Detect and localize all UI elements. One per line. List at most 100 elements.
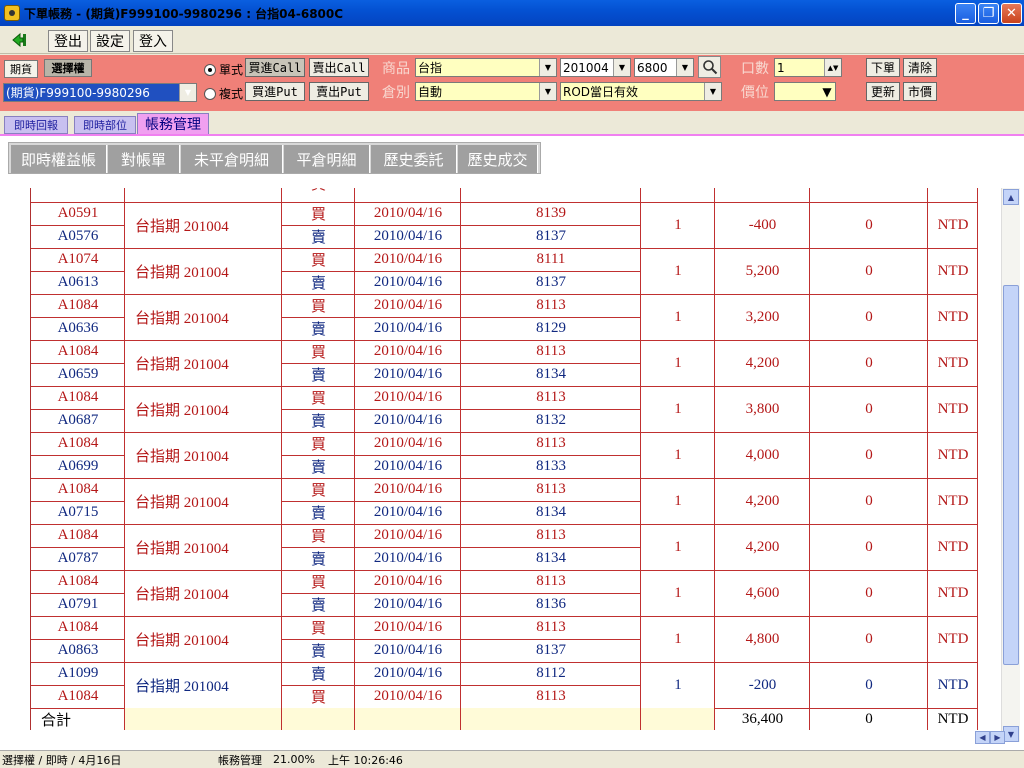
clear-button[interactable]: 清除	[903, 58, 937, 77]
fee: 0	[865, 354, 873, 371]
order-id: A1084	[57, 573, 99, 589]
trade-date: 2010/04/16	[373, 573, 443, 589]
strike-select[interactable]: 6800 ▼	[634, 58, 694, 77]
trade-date: 2010/04/16	[373, 251, 443, 267]
tab-realtime-position[interactable]: 即時部位	[74, 116, 136, 134]
side: 買	[310, 483, 326, 499]
order-id: A0787	[57, 550, 99, 566]
tab-order-history[interactable]: 歷史委託	[371, 145, 457, 173]
sell-call-button[interactable]: 賣出Call	[309, 58, 369, 77]
tab-account-management[interactable]: 帳務管理	[137, 113, 209, 135]
single-radio[interactable]	[204, 64, 216, 76]
trade-date: 2010/04/16	[373, 527, 443, 543]
month-select[interactable]: 201004 ▼	[560, 58, 631, 77]
close-button[interactable]: ✕	[1001, 3, 1022, 24]
trade-price: 8113	[536, 389, 566, 405]
minimize-button[interactable]: _	[955, 3, 976, 24]
restore-icon: ❐	[982, 6, 995, 21]
login-button[interactable]: 登入	[133, 30, 173, 52]
order-id: A0576	[57, 228, 99, 244]
logout-button[interactable]: 登出	[48, 30, 88, 52]
fee: 0	[865, 630, 873, 647]
restore-button[interactable]: ❐	[978, 3, 999, 24]
position-select[interactable]: 自動 ▼	[415, 82, 557, 101]
product-value: 台指	[418, 61, 443, 75]
place-order-button[interactable]: 下單	[866, 58, 900, 77]
order-id: A0591	[57, 205, 99, 221]
order-id: A1084	[57, 297, 99, 313]
tab-equity[interactable]: 即時權益帳	[11, 145, 107, 173]
fee: 0	[865, 584, 873, 601]
exit-button[interactable]	[8, 30, 34, 50]
trade-date: 2010/04/16	[373, 688, 443, 704]
fee: 0	[865, 262, 873, 279]
trade-date: 2010/04/16	[373, 228, 443, 244]
currency: NTD	[937, 538, 969, 555]
chevron-down-icon: ▼	[539, 83, 556, 100]
trade-date: 2010/04/16	[373, 343, 443, 359]
side: 買	[310, 207, 326, 223]
buy-put-button[interactable]: 買進Put	[245, 82, 305, 101]
side: 買	[310, 299, 326, 315]
tab-statement[interactable]: 對帳單	[108, 145, 180, 173]
search-button[interactable]	[698, 56, 721, 78]
tif-select[interactable]: ROD當日有效 ▼	[560, 82, 722, 101]
position-value: 自動	[418, 85, 443, 99]
product-name: 台指期 201004	[135, 356, 229, 373]
side: 賣	[310, 460, 326, 476]
currency: NTD	[937, 676, 969, 693]
tab-closed-positions[interactable]: 平倉明細	[284, 145, 370, 173]
column-divider	[281, 188, 282, 730]
update-button[interactable]: 更新	[866, 82, 900, 101]
scroll-right-button[interactable]: ▶	[990, 731, 1005, 744]
close-icon: ✕	[1006, 6, 1017, 21]
partial-price: 8144	[461, 188, 641, 195]
product-name: 台指期 201004	[135, 540, 229, 557]
side: 賣	[310, 667, 326, 683]
profit-loss: 4,600	[745, 584, 780, 601]
trade-price: 8134	[536, 366, 566, 382]
scroll-left-button[interactable]: ◀	[975, 731, 990, 744]
profit-loss: 4,800	[745, 630, 780, 647]
order-id: A1084	[57, 435, 99, 451]
order-id: A0636	[57, 320, 99, 336]
fee: 0	[865, 492, 873, 509]
scroll-down-button[interactable]: ▼	[1003, 726, 1019, 742]
qty-input[interactable]: 1 ▲▼	[774, 58, 842, 77]
profit-loss: 5,200	[745, 262, 780, 279]
trade-price: 8113	[536, 688, 566, 704]
side: 買	[310, 621, 326, 637]
quantity: 1	[674, 492, 682, 509]
product-select[interactable]: 台指 ▼	[415, 58, 557, 77]
total-currency: NTD	[937, 711, 969, 727]
fee: 0	[865, 400, 873, 417]
combo-label: 複式	[219, 87, 244, 101]
combo-radio[interactable]	[204, 88, 216, 100]
trade-price: 8113	[536, 573, 566, 589]
tab-trade-history[interactable]: 歷史成交	[458, 145, 538, 173]
order-id: A1084	[57, 688, 99, 704]
price-input[interactable]: ▼	[774, 82, 836, 101]
trade-price: 8139	[536, 205, 566, 221]
order-id: A1084	[57, 481, 99, 497]
product-label: 商品	[382, 61, 410, 77]
settings-button[interactable]: 設定	[90, 30, 130, 52]
market-price-button[interactable]: 市價	[903, 82, 937, 101]
sell-put-button[interactable]: 賣出Put	[309, 82, 369, 101]
tab-futures[interactable]: 期貨	[4, 60, 38, 78]
tab-open-positions[interactable]: 未平倉明細	[181, 145, 283, 173]
side: 賣	[310, 414, 326, 430]
tab-options[interactable]: 選擇權	[44, 59, 92, 77]
buy-call-button[interactable]: 買進Call	[245, 58, 305, 77]
product-name: 台指期 201004	[135, 218, 229, 235]
scroll-thumb[interactable]	[1003, 285, 1019, 665]
tab-realtime-report[interactable]: 即時回報	[4, 116, 68, 134]
scroll-up-button[interactable]: ▲	[1003, 189, 1019, 205]
column-divider	[640, 188, 641, 730]
account-select[interactable]: (期貨)F999100-9980296 ▼	[3, 83, 197, 102]
column-divider	[460, 188, 461, 730]
partial-order-id: A0512	[31, 188, 125, 195]
chevron-down-icon: ▼	[676, 59, 693, 76]
quantity: 1	[674, 584, 682, 601]
trade-price: 8113	[536, 619, 566, 635]
